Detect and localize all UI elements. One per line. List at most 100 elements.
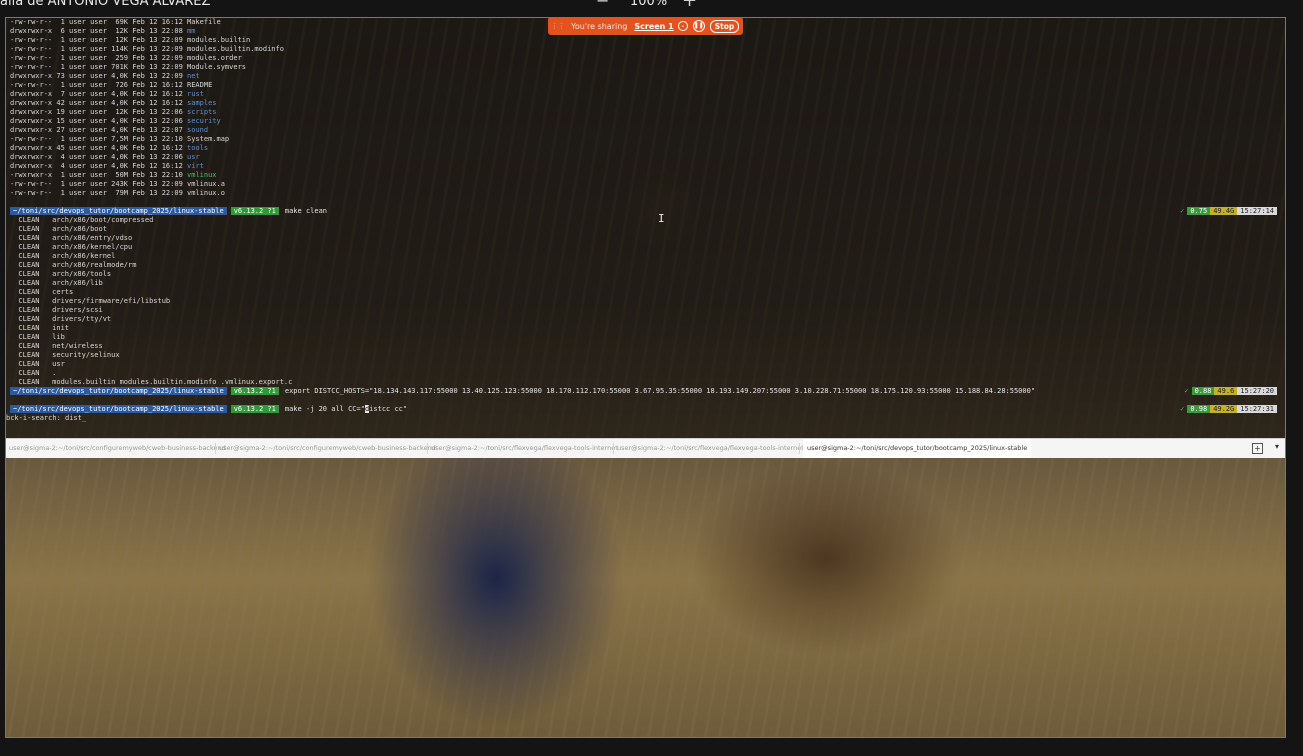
zoom-in-button[interactable]: + (682, 0, 697, 11)
command-text: istcc cc" (369, 404, 408, 413)
ls-line: drwxrwxr-x 6 user user 12K Feb 13 22:08 … (10, 27, 195, 36)
build-output-line: CLEAN arch/x86/realmode/rm (10, 261, 137, 269)
pause-share-button[interactable]: ❚❚ (692, 20, 705, 32)
ls-line-text: -rw-rw-r-- 1 user user 79M Feb 13 22:09 … (10, 189, 225, 197)
window-title: alla de ANTONIO VEGA ALVAREZ (0, 0, 211, 9)
ls-line-text: -rw-rw-r-- 1 user user 114K Feb 13 22:09… (10, 45, 284, 53)
ls-line: drwxrwxr-x 42 user user 4,0K Feb 12 16:1… (10, 99, 217, 108)
memory-usage: 49.6 (1214, 387, 1238, 395)
build-output-line: CLEAN arch/x86/entry/vdso (10, 234, 133, 242)
new-tab-button[interactable]: + (1252, 443, 1263, 454)
build-output-line: CLEAN net/wireless (10, 342, 103, 350)
zoom-level: 100% (630, 0, 668, 9)
ls-line-text: -rw-rw-r-- 1 user user 7,5M Feb 13 22:10… (10, 135, 230, 143)
build-output-line: CLEAN security/selinux (10, 351, 120, 359)
ls-entry-name: tools (187, 144, 209, 152)
ls-line: -rw-rw-r-- 1 user user 259 Feb 13 22:09 … (10, 54, 242, 63)
tab-separator (427, 443, 428, 454)
load-average: 0.75 (1187, 207, 1211, 215)
ls-line: -rw-rw-r-- 1 user user 79M Feb 13 22:09 … (10, 189, 225, 198)
terminal-tab[interactable]: user@sigma-2:~/toni/src/flexvega/flexveg… (617, 439, 804, 458)
prompt-git-branch: v6.13.2 ?1 (230, 405, 279, 413)
terminal-tab[interactable]: user@sigma-2:~/toni/src/devops_tutor/boo… (803, 439, 1032, 458)
prompt-git-branch: v6.13.2 ?1 (230, 207, 279, 215)
ls-line: -rw-rw-r-- 1 user user 12K Feb 13 22:09 … (10, 36, 250, 45)
ls-line-text: drwxrwxr-x 19 user user 12K Feb 13 22:06 (10, 108, 188, 116)
terminal-tab[interactable]: user@sigma-2:~/toni/src/configuremyweb/c… (219, 439, 436, 458)
ls-line-text: drwxrwxr-x 42 user user 4,0K Feb 12 16:1… (10, 99, 188, 107)
ls-line: -rw-rw-r-- 1 user user 243K Feb 13 22:09… (10, 180, 225, 189)
ls-line-text: -rw-rw-r-- 1 user user 701K Feb 13 22:09… (10, 63, 247, 71)
build-output-line: CLEAN certs (10, 288, 74, 296)
shell-prompt: ~/toni/src/devops_tutor/bootcamp_2025/li… (10, 387, 1035, 395)
ls-line-text: drwxrwxr-x 7 user user 4,0K Feb 12 16:12 (10, 90, 188, 98)
terminal-tab[interactable]: user@sigma-2:~/toni/src/configuremyweb/c… (9, 439, 226, 458)
terminal-output[interactable]: -rw-rw-r-- 1 user user 69K Feb 12 16:12 … (6, 18, 1285, 453)
ls-line-text: drwxrwxr-x 45 user user 4,0K Feb 12 16:1… (10, 144, 188, 152)
ls-line-text: drwxrwxr-x 73 user user 4,0K Feb 13 22:0… (10, 72, 188, 80)
prompt-command: export DISTCC_HOSTS="18.134.143.117:5500… (284, 386, 1036, 395)
prompt-path: ~/toni/src/devops_tutor/bootcamp_2025/li… (10, 207, 227, 215)
tab-menu-icon[interactable]: ▾ (1275, 442, 1279, 451)
build-output-line: CLEAN drivers/firmware/efi/libstub (10, 297, 171, 305)
build-output-line: CLEAN . (10, 369, 57, 377)
shared-screen: -rw-rw-r-- 1 user user 69K Feb 12 16:12 … (5, 17, 1286, 738)
status-ok-icon: ✓ (1184, 386, 1189, 395)
shared-screen-link[interactable]: Screen 1 (634, 22, 673, 31)
ls-line-text: drwxrwxr-x 6 user user 12K Feb 13 22:08 (10, 27, 188, 35)
terminal-tab[interactable]: user@sigma-2:~/toni/src/flexvega/flexveg… (431, 439, 618, 458)
terminal-tab-bar: + ▾ user@sigma-2:~/toni/src/configuremyw… (6, 438, 1285, 458)
ls-entry-name: vmlinux (187, 171, 217, 179)
ls-line: -rwxrwxr-x 1 user user 50M Feb 13 22:10 … (10, 171, 217, 180)
ls-line: drwxrwxr-x 27 user user 4,0K Feb 13 22:0… (10, 126, 208, 135)
ls-line-text: drwxrwxr-x 4 user user 4,0K Feb 13 22:06 (10, 153, 188, 161)
right-prompt: ✓ 0.98 49.2G 15:27:31 (1180, 405, 1277, 413)
ls-line-text: drwxrwxr-x 4 user user 4,0K Feb 12 16:12 (10, 162, 188, 170)
ls-line: -rw-rw-r-- 1 user user 114K Feb 13 22:09… (10, 45, 284, 54)
reverse-search-line: bck-i-search: dist_ (6, 414, 87, 422)
ls-line: -rw-rw-r-- 1 user user 701K Feb 13 22:09… (10, 63, 246, 72)
build-output-line: CLEAN arch/x86/kernel/cpu (10, 243, 133, 251)
ls-line-text: -rwxrwxr-x 1 user user 50M Feb 13 22:10 (10, 171, 188, 179)
ls-entry-name: usr (187, 153, 200, 161)
ls-line-text: -rw-rw-r-- 1 user user 69K Feb 12 16:12 … (10, 18, 221, 26)
build-output-line: CLEAN arch/x86/kernel (10, 252, 116, 260)
tab-separator (613, 443, 614, 454)
prompt-path: ~/toni/src/devops_tutor/bootcamp_2025/li… (10, 405, 227, 413)
ls-entry-name: rust (187, 90, 204, 98)
status-ok-icon: ✓ (1180, 206, 1185, 215)
tab-separator (799, 443, 800, 454)
ls-line: drwxrwxr-x 4 user user 4,0K Feb 13 22:06… (10, 153, 200, 162)
ls-line-text: -rw-rw-r-- 1 user user 12K Feb 13 22:09 … (10, 36, 251, 44)
ls-line: -rw-rw-r-- 1 user user 726 Feb 12 16:12 … (10, 81, 212, 90)
build-output-line: CLEAN arch/x86/boot (10, 225, 107, 233)
stop-share-button[interactable]: Stop (709, 19, 740, 33)
screen-share-bar: ⋮⋮ You're sharing Screen 1 ⌄ ❚❚ Stop (548, 17, 743, 35)
ls-entry-name: virt (187, 162, 204, 170)
prompt-git-branch: v6.13.2 ?1 (230, 387, 279, 395)
ls-line: drwxrwxr-x 45 user user 4,0K Feb 12 16:1… (10, 144, 208, 153)
ls-line: drwxrwxr-x 15 user user 4,0K Feb 13 22:0… (10, 117, 221, 126)
drag-handle-icon[interactable]: ⋮⋮ (551, 22, 565, 30)
ls-line: drwxrwxr-x 73 user user 4,0K Feb 13 22:0… (10, 72, 200, 81)
prompt-clock: 15:27:31 (1237, 405, 1277, 413)
shell-prompt: ~/toni/src/devops_tutor/bootcamp_2025/li… (10, 404, 408, 413)
ls-line: -rw-rw-r-- 1 user user 69K Feb 12 16:12 … (10, 18, 221, 27)
right-prompt: ✓ 0.75 49.4G 15:27:14 (1180, 207, 1277, 215)
build-output-line: CLEAN usr (10, 360, 65, 368)
ls-line-text: -rw-rw-r-- 1 user user 243K Feb 13 22:09… (10, 180, 225, 188)
build-output-line: CLEAN modules.builtin modules.builtin.mo… (10, 378, 293, 386)
zoom-out-button[interactable]: − (596, 0, 609, 10)
ls-line: -rw-rw-r-- 1 user user 7,5M Feb 13 22:10… (10, 135, 229, 144)
prompt-path: ~/toni/src/devops_tutor/bootcamp_2025/li… (10, 387, 227, 395)
prompt-clock: 15:27:14 (1237, 207, 1277, 215)
ls-line-text: -rw-rw-r-- 1 user user 259 Feb 13 22:09 … (10, 54, 242, 62)
build-output-line: CLEAN drivers/scsi (10, 306, 103, 314)
text-cursor-icon: I (658, 212, 665, 225)
tab-separator (215, 443, 216, 454)
chevron-down-icon[interactable]: ⌄ (677, 21, 688, 31)
build-output-line: CLEAN lib (10, 333, 65, 341)
ls-line: drwxrwxr-x 4 user user 4,0K Feb 12 16:12… (10, 162, 204, 171)
prompt-clock: 15:27:20 (1237, 387, 1277, 395)
prompt-command: make clean (284, 206, 328, 215)
